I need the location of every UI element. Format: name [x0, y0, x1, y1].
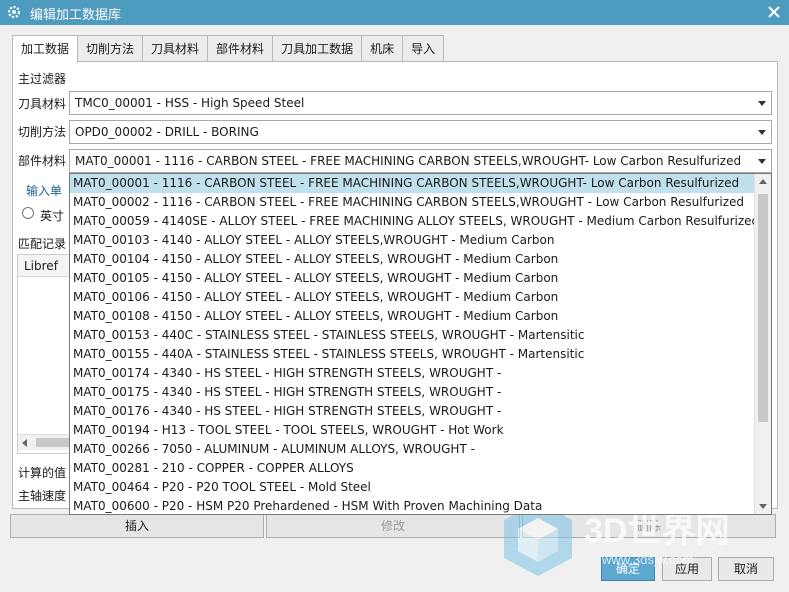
- tab-bar: 加工数据 切削方法 刀具材料 部件材料 刀具加工数据 机床 导入: [12, 35, 445, 63]
- spindle-speed-label: 主轴速度: [18, 489, 67, 503]
- list-item[interactable]: MAT0_00002 - 1116 - CARBON STEEL - FREE …: [70, 193, 754, 212]
- insert-button[interactable]: 插入: [10, 514, 264, 538]
- tab-tool-machining-data[interactable]: 刀具加工数据: [272, 35, 363, 62]
- delete-button[interactable]: 删除: [522, 514, 776, 538]
- list-item[interactable]: MAT0_00600 - P20 - HSM P20 Prehardened -…: [70, 497, 754, 514]
- tab-cut-method[interactable]: 切削方法: [77, 35, 144, 62]
- chevron-down-icon: [758, 159, 766, 164]
- inch-radio[interactable]: [22, 207, 34, 219]
- inch-radio-label: 英寸: [40, 209, 65, 223]
- chevron-down-icon: [758, 101, 766, 106]
- close-icon[interactable]: [767, 5, 781, 19]
- tab-part-material[interactable]: 部件材料: [207, 35, 274, 62]
- list-item[interactable]: MAT0_00155 - 440A - STAINLESS STEEL - ST…: [70, 345, 754, 364]
- tab-import[interactable]: 导入: [402, 35, 445, 62]
- list-item[interactable]: MAT0_00175 - 4340 - HS STEEL - HIGH STRE…: [70, 383, 754, 402]
- tool-material-value: TMC0_00001 - HSS - High Speed Steel: [75, 96, 305, 110]
- chevron-down-icon: [758, 130, 766, 135]
- matching-records-label: 匹配记录: [18, 237, 67, 251]
- records-horizontal-scrollbar[interactable]: [18, 434, 73, 450]
- scroll-thumb[interactable]: [36, 438, 71, 447]
- list-item[interactable]: MAT0_00281 - 210 - COPPER - COPPER ALLOY…: [70, 459, 754, 478]
- tab-tool-material[interactable]: 刀具材料: [142, 35, 209, 62]
- part-material-label: 部件材料: [18, 154, 67, 168]
- list-item[interactable]: MAT0_00464 - P20 - P20 TOOL STEEL - Mold…: [70, 478, 754, 497]
- tool-material-select[interactable]: TMC0_00001 - HSS - High Speed Steel: [69, 91, 772, 115]
- ok-button[interactable]: 确定: [601, 557, 655, 581]
- list-item[interactable]: MAT0_00103 - 4140 - ALLOY STEEL - ALLOY …: [70, 231, 754, 250]
- list-item[interactable]: MAT0_00105 - 4150 - ALLOY STEEL - ALLOY …: [70, 269, 754, 288]
- list-item[interactable]: MAT0_00106 - 4150 - ALLOY STEEL - ALLOY …: [70, 288, 754, 307]
- part-material-dropdown[interactable]: MAT0_00001 - 1116 - CARBON STEEL - FREE …: [69, 173, 772, 515]
- list-item[interactable]: MAT0_00108 - 4150 - ALLOY STEEL - ALLOY …: [70, 307, 754, 326]
- scroll-up-icon[interactable]: [759, 179, 767, 184]
- records-table[interactable]: Libref: [17, 254, 75, 454]
- list-item[interactable]: MAT0_00104 - 4150 - ALLOY STEEL - ALLOY …: [70, 250, 754, 269]
- computed-values-label: 计算的值: [18, 466, 67, 480]
- cut-method-label: 切削方法: [18, 125, 67, 139]
- modify-button[interactable]: 修改: [266, 514, 520, 538]
- dropdown-vertical-scrollbar[interactable]: [754, 174, 771, 514]
- list-item[interactable]: MAT0_00001 - 1116 - CARBON STEEL - FREE …: [70, 174, 754, 193]
- scroll-left-icon[interactable]: [22, 439, 27, 447]
- scroll-down-icon[interactable]: [759, 504, 767, 509]
- cancel-button[interactable]: 取消: [718, 557, 774, 581]
- list-item[interactable]: MAT0_00194 - H13 - TOOL STEEL - TOOL STE…: [70, 421, 754, 440]
- list-item[interactable]: MAT0_00176 - 4340 - HS STEEL - HIGH STRE…: [70, 402, 754, 421]
- scroll-thumb[interactable]: [758, 194, 768, 422]
- tab-machining-data[interactable]: 加工数据: [12, 35, 79, 63]
- part-material-value: MAT0_00001 - 1116 - CARBON STEEL - FREE …: [75, 154, 742, 168]
- apply-button[interactable]: 应用: [662, 557, 712, 581]
- list-item[interactable]: MAT0_00153 - 440C - STAINLESS STEEL - ST…: [70, 326, 754, 345]
- tool-material-label: 刀具材料: [18, 97, 67, 111]
- cut-method-value: OPD0_00002 - DRILL - BORING: [75, 125, 259, 139]
- gear-icon: [7, 5, 21, 19]
- window-title: 编辑加工数据库: [30, 8, 122, 23]
- list-item[interactable]: MAT0_00059 - 4140SE - ALLOY STEEL - FREE…: [70, 212, 754, 231]
- title-bar: 编辑加工数据库: [0, 0, 789, 25]
- part-material-select[interactable]: MAT0_00001 - 1116 - CARBON STEEL - FREE …: [69, 149, 772, 173]
- list-item[interactable]: MAT0_00174 - 4340 - HS STEEL - HIGH STRE…: [70, 364, 754, 383]
- column-header-libref[interactable]: Libref: [18, 255, 74, 277]
- cut-method-select[interactable]: OPD0_00002 - DRILL - BORING: [69, 120, 772, 144]
- list-item[interactable]: MAT0_00266 - 7050 - ALUMINUM - ALUMINUM …: [70, 440, 754, 459]
- input-units-heading: 输入单: [26, 184, 63, 198]
- tab-machine[interactable]: 机床: [361, 35, 404, 62]
- main-filter-heading: 主过滤器: [18, 72, 67, 86]
